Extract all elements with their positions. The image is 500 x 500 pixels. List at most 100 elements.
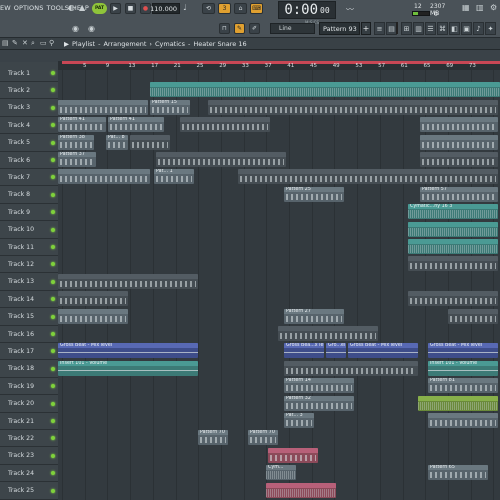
browser-icon[interactable]: ☰ bbox=[425, 22, 436, 35]
pattern-selector[interactable]: Pattern 93 bbox=[319, 22, 360, 35]
pattern-clip[interactable] bbox=[284, 360, 418, 376]
automation-clip[interactable]: Insert 101 - Volume bbox=[428, 360, 498, 376]
menu-arrow-icon[interactable]: ▶ bbox=[64, 40, 69, 48]
blend-notes-icon[interactable]: 3 bbox=[218, 3, 231, 14]
mixer-icon[interactable]: ≡ bbox=[374, 22, 385, 35]
pattern-clip[interactable]: Pattern 65 bbox=[428, 465, 488, 481]
track-mute-led-icon[interactable] bbox=[51, 210, 55, 215]
select-tool-icon[interactable]: ▭ bbox=[40, 39, 47, 47]
pattern-clip[interactable] bbox=[238, 169, 498, 185]
audio-clip[interactable] bbox=[408, 221, 498, 237]
track-mute-led-icon[interactable] bbox=[51, 262, 55, 267]
audio-clip[interactable]: Cymatic...ny 16 3 bbox=[408, 204, 498, 220]
metronome-toggle-icon[interactable]: ♩ bbox=[183, 3, 187, 12]
pattern-clip[interactable] bbox=[420, 152, 498, 167]
audio-clip[interactable] bbox=[408, 239, 498, 254]
pattern-clip[interactable] bbox=[156, 152, 286, 167]
track-mute-led-icon[interactable] bbox=[51, 419, 55, 423]
automation-clip[interactable]: Gross Beat - Mix level bbox=[348, 343, 418, 359]
track-mute-led-icon[interactable] bbox=[51, 471, 55, 476]
pattern-clip[interactable]: Pattern 27 bbox=[284, 308, 344, 324]
pattern-clip[interactable]: Pattern 25 bbox=[284, 186, 344, 202]
track-header[interactable]: Track 10 bbox=[0, 222, 58, 239]
pattern-clip[interactable]: Pattern 81 bbox=[428, 378, 498, 394]
pattern-clip[interactable] bbox=[58, 169, 150, 185]
track-header[interactable]: Track 15 bbox=[0, 309, 58, 326]
pattern-clip[interactable]: Pattern 70 bbox=[198, 430, 228, 446]
pattern-clip[interactable] bbox=[408, 291, 498, 307]
snap-select[interactable]: Line bbox=[270, 23, 315, 34]
automation-clip[interactable]: Insert 101 - Volume bbox=[58, 360, 198, 376]
track-header[interactable]: Track 19 bbox=[0, 378, 58, 396]
track-mute-led-icon[interactable] bbox=[51, 279, 55, 284]
track-mute-led-icon[interactable] bbox=[51, 88, 55, 93]
pattern-clip[interactable]: Pattern 38 bbox=[58, 134, 94, 150]
track-mute-led-icon[interactable] bbox=[51, 453, 55, 458]
pattern-clip[interactable]: Pattern 32 bbox=[284, 395, 354, 411]
automation-clip[interactable]: Gross Beat - Mix level bbox=[428, 343, 498, 359]
audio-clip[interactable] bbox=[418, 395, 498, 411]
pattern-clip[interactable]: Pattern 70 bbox=[248, 430, 278, 446]
track-mute-led-icon[interactable] bbox=[51, 140, 55, 145]
pattern-clip[interactable] bbox=[130, 134, 170, 150]
pattern-clip[interactable] bbox=[428, 413, 498, 428]
pattern-clip[interactable] bbox=[420, 117, 498, 133]
pattern-clip[interactable] bbox=[408, 256, 498, 272]
pattern-song-toggle[interactable]: PAT bbox=[92, 3, 107, 14]
track-mute-led-icon[interactable] bbox=[51, 158, 55, 162]
step-edit-icon[interactable]: ⌂ bbox=[234, 3, 247, 14]
pattern-clip[interactable]: Pattern 41 bbox=[108, 117, 164, 133]
pattern-clip[interactable] bbox=[278, 326, 378, 341]
playlist-icon[interactable]: ▥ bbox=[413, 22, 424, 35]
track-mute-led-icon[interactable] bbox=[51, 123, 55, 128]
pattern-clip[interactable] bbox=[58, 291, 128, 307]
track-header[interactable]: Track 21 bbox=[0, 413, 58, 430]
track-header[interactable]: Track 12 bbox=[0, 256, 58, 274]
song-time-display[interactable]: 0:00 00 bbox=[278, 1, 336, 19]
track-header[interactable]: Track 14 bbox=[0, 291, 58, 309]
audio-clip[interactable]: Cym... bbox=[266, 465, 296, 481]
track-mute-led-icon[interactable] bbox=[51, 105, 55, 110]
track-header[interactable]: Track 18 bbox=[0, 361, 58, 378]
track-header[interactable]: Track 2 bbox=[0, 82, 58, 100]
pattern-clip[interactable]: Pat... 1 bbox=[154, 169, 194, 185]
paint-tool-icon[interactable]: ✐ bbox=[249, 23, 260, 34]
track-header[interactable]: Track 24 bbox=[0, 465, 58, 483]
menu-options[interactable]: OPTIONS bbox=[14, 4, 44, 16]
project-browser-icon[interactable]: ▣ bbox=[461, 22, 472, 35]
track-mute-led-icon[interactable] bbox=[51, 192, 55, 197]
automation-clip[interactable]: Gross Bea...x level bbox=[284, 343, 324, 359]
draw-icon[interactable]: ✎ bbox=[12, 39, 18, 47]
pattern-clip[interactable] bbox=[208, 99, 498, 115]
track-mute-led-icon[interactable] bbox=[51, 245, 55, 249]
track-header[interactable]: Track 5 bbox=[0, 135, 58, 152]
pattern-clip[interactable] bbox=[448, 308, 498, 324]
track-header[interactable]: Track 25 bbox=[0, 483, 58, 500]
track-header[interactable]: Track 4 bbox=[0, 117, 58, 135]
automation-clip[interactable]: Gross Beat - Mix level bbox=[58, 343, 198, 359]
metronome-icon[interactable]: ▲ bbox=[79, 3, 85, 12]
track-header[interactable]: Track 9 bbox=[0, 204, 58, 222]
pattern-clip[interactable]: Pattern 57 bbox=[420, 186, 498, 202]
track-mute-led-icon[interactable] bbox=[51, 349, 55, 354]
track-mute-led-icon[interactable] bbox=[51, 366, 55, 371]
track-header[interactable]: Track 8 bbox=[0, 187, 58, 204]
snap-icon[interactable]: ▤ bbox=[2, 39, 9, 47]
track-header[interactable]: Track 7 bbox=[0, 169, 58, 187]
track-header[interactable]: Track 3 bbox=[0, 100, 58, 117]
pattern-clip[interactable] bbox=[58, 273, 198, 289]
audio-clip[interactable] bbox=[266, 482, 336, 498]
breadcrumb-arrangement[interactable]: Arrangement bbox=[103, 40, 146, 48]
volume-slider[interactable] bbox=[396, 22, 398, 34]
pattern-clip[interactable]: Pattern 14 bbox=[284, 378, 354, 394]
track-header[interactable]: Track 11 bbox=[0, 239, 58, 256]
track-mute-led-icon[interactable] bbox=[51, 332, 55, 336]
draw-tool-icon[interactable]: ✎ bbox=[234, 23, 245, 34]
pattern-clip[interactable]: Pat... 8 bbox=[106, 134, 128, 150]
pattern-clip[interactable]: Pat... 3 bbox=[284, 413, 314, 428]
track-header[interactable]: Track 16 bbox=[0, 326, 58, 343]
track-header[interactable]: Track 13 bbox=[0, 274, 58, 291]
loop-record-icon[interactable]: ⟲ bbox=[202, 3, 215, 14]
track-mute-led-icon[interactable] bbox=[51, 71, 55, 75]
audio-clip[interactable] bbox=[150, 82, 500, 98]
